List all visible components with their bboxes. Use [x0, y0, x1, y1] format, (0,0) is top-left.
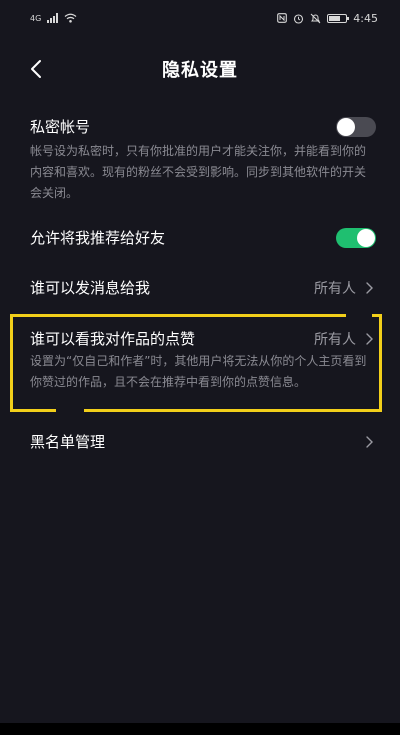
- recommend-title: 允许将我推荐给好友: [30, 229, 166, 247]
- nav-bar: 隐私设置: [0, 44, 400, 94]
- page-title: 隐私设置: [162, 60, 238, 81]
- battery-icon: [327, 13, 350, 23]
- status-bar: 4G 4:45: [0, 0, 400, 36]
- private-account-description: 帐号设为私密时，只有你批准的用户才能关注你，并能看到你的内容和喜欢。现有的粉丝不…: [30, 144, 367, 200]
- blacklist-title: 黑名单管理: [30, 433, 106, 451]
- privacy-settings-screen: 4G 4:45 隐私设置 私密帐号 帐号设为私密时，只有你批准的用户才能关注你，…: [0, 0, 400, 735]
- blacklist-header: 黑名单管理: [30, 431, 374, 452]
- likes-value-text: 所有人: [314, 331, 356, 348]
- recommend-toggle[interactable]: [336, 227, 376, 248]
- setting-recommend-to-friends[interactable]: 允许将我推荐给好友: [30, 227, 376, 248]
- likes-value: 所有人: [314, 329, 374, 349]
- chevron-right-icon: [366, 435, 373, 448]
- setting-blacklist[interactable]: 黑名单管理: [30, 431, 374, 452]
- recommend-header: 允许将我推荐给好友: [30, 227, 376, 248]
- message-header: 谁可以发消息给我 所有人: [30, 277, 374, 298]
- back-arrow-icon[interactable]: [26, 58, 48, 80]
- status-time: 4:45: [353, 11, 378, 25]
- likes-description: 设置为“仅自己和作者”时，其他用户将无法从你的个人主页看到你赞过的作品，且不会在…: [30, 354, 367, 389]
- status-bar-left: 4G: [30, 13, 77, 23]
- status-bar-right: 4:45: [277, 12, 378, 25]
- toggle-knob: [337, 117, 355, 136]
- likes-header: 谁可以看我对作品的点赞 所有人: [30, 328, 374, 349]
- silent-icon: [310, 13, 321, 23]
- setting-private-account: 私密帐号 帐号设为私密时，只有你批准的用户才能关注你，并能看到你的内容和喜欢。现…: [30, 116, 376, 204]
- setting-who-can-see-likes[interactable]: 谁可以看我对作品的点赞 所有人 设置为“仅自己和作者”时，其他用户将无法从你的个…: [30, 328, 374, 393]
- wifi-icon: [64, 13, 77, 23]
- private-account-header: 私密帐号: [30, 116, 376, 137]
- chevron-right-icon: [366, 332, 373, 345]
- likes-title: 谁可以看我对作品的点赞: [30, 330, 196, 348]
- message-title: 谁可以发消息给我: [30, 279, 151, 297]
- message-value-text: 所有人: [314, 280, 356, 297]
- setting-who-can-message[interactable]: 谁可以发消息给我 所有人: [30, 277, 374, 298]
- alarm-icon: [294, 13, 304, 24]
- signal-icon: [47, 13, 59, 23]
- highlight-gap: [346, 310, 372, 318]
- private-account-toggle[interactable]: [336, 116, 376, 137]
- bottom-edge: [0, 723, 400, 735]
- highlight-gap: [56, 408, 84, 416]
- toggle-knob: [357, 228, 375, 247]
- nfc-icon: [277, 13, 288, 23]
- chevron-right-icon: [366, 281, 373, 294]
- private-account-title: 私密帐号: [30, 118, 91, 136]
- message-value: 所有人: [314, 278, 374, 298]
- network-label: 4G: [30, 13, 42, 23]
